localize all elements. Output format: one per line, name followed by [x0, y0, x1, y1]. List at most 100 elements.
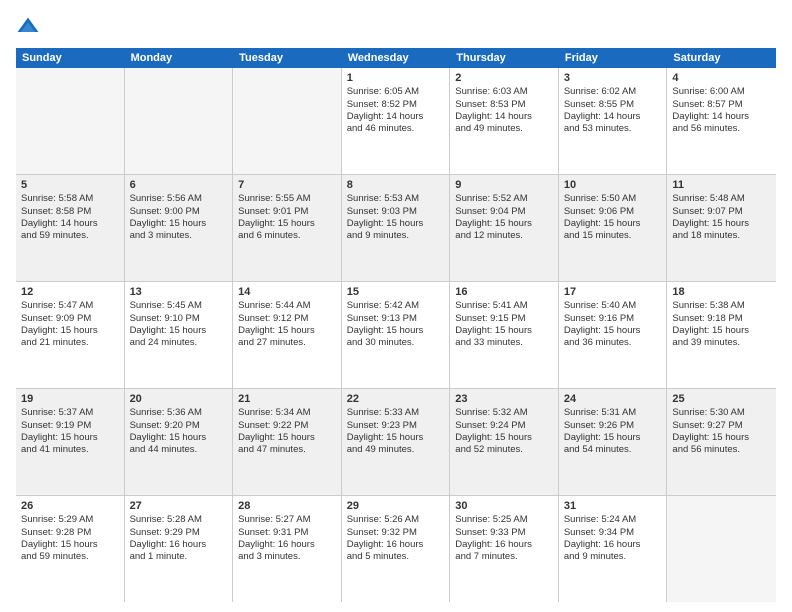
calendar-row-3: 12Sunrise: 5:47 AM Sunset: 9:09 PM Dayli… [16, 282, 776, 389]
day-cell-28: 28Sunrise: 5:27 AM Sunset: 9:31 PM Dayli… [233, 496, 342, 602]
day-info: Sunrise: 6:03 AM Sunset: 8:53 PM Dayligh… [455, 86, 532, 134]
day-number: 17 [564, 285, 662, 299]
day-number: 9 [455, 178, 553, 192]
day-info: Sunrise: 5:56 AM Sunset: 9:00 PM Dayligh… [130, 193, 207, 241]
day-info: Sunrise: 5:26 AM Sunset: 9:32 PM Dayligh… [347, 514, 424, 562]
day-number: 25 [672, 392, 771, 406]
day-cell-16: 16Sunrise: 5:41 AM Sunset: 9:15 PM Dayli… [450, 282, 559, 388]
calendar-row-2: 5Sunrise: 5:58 AM Sunset: 8:58 PM Daylig… [16, 175, 776, 282]
day-number: 12 [21, 285, 119, 299]
day-number: 8 [347, 178, 445, 192]
day-info: Sunrise: 5:42 AM Sunset: 9:13 PM Dayligh… [347, 300, 424, 348]
day-number: 22 [347, 392, 445, 406]
day-number: 6 [130, 178, 228, 192]
day-number: 7 [238, 178, 336, 192]
day-info: Sunrise: 5:50 AM Sunset: 9:06 PM Dayligh… [564, 193, 641, 241]
day-number: 16 [455, 285, 553, 299]
day-number: 27 [130, 499, 228, 513]
day-info: Sunrise: 5:34 AM Sunset: 9:22 PM Dayligh… [238, 407, 315, 455]
day-cell-18: 18Sunrise: 5:38 AM Sunset: 9:18 PM Dayli… [667, 282, 776, 388]
header [16, 16, 776, 40]
empty-cell [667, 496, 776, 602]
day-cell-27: 27Sunrise: 5:28 AM Sunset: 9:29 PM Dayli… [125, 496, 234, 602]
day-number: 24 [564, 392, 662, 406]
day-cell-22: 22Sunrise: 5:33 AM Sunset: 9:23 PM Dayli… [342, 389, 451, 495]
calendar-row-5: 26Sunrise: 5:29 AM Sunset: 9:28 PM Dayli… [16, 496, 776, 602]
day-info: Sunrise: 5:45 AM Sunset: 9:10 PM Dayligh… [130, 300, 207, 348]
day-number: 14 [238, 285, 336, 299]
day-cell-30: 30Sunrise: 5:25 AM Sunset: 9:33 PM Dayli… [450, 496, 559, 602]
day-number: 18 [672, 285, 771, 299]
page: SundayMondayTuesdayWednesdayThursdayFrid… [0, 0, 792, 612]
day-info: Sunrise: 5:47 AM Sunset: 9:09 PM Dayligh… [21, 300, 98, 348]
day-cell-7: 7Sunrise: 5:55 AM Sunset: 9:01 PM Daylig… [233, 175, 342, 281]
day-info: Sunrise: 5:52 AM Sunset: 9:04 PM Dayligh… [455, 193, 532, 241]
header-day-friday: Friday [559, 48, 668, 68]
day-cell-9: 9Sunrise: 5:52 AM Sunset: 9:04 PM Daylig… [450, 175, 559, 281]
day-info: Sunrise: 5:33 AM Sunset: 9:23 PM Dayligh… [347, 407, 424, 455]
day-info: Sunrise: 5:27 AM Sunset: 9:31 PM Dayligh… [238, 514, 315, 562]
day-cell-10: 10Sunrise: 5:50 AM Sunset: 9:06 PM Dayli… [559, 175, 668, 281]
day-info: Sunrise: 5:31 AM Sunset: 9:26 PM Dayligh… [564, 407, 641, 455]
day-cell-19: 19Sunrise: 5:37 AM Sunset: 9:19 PM Dayli… [16, 389, 125, 495]
day-cell-20: 20Sunrise: 5:36 AM Sunset: 9:20 PM Dayli… [125, 389, 234, 495]
day-info: Sunrise: 6:02 AM Sunset: 8:55 PM Dayligh… [564, 86, 641, 134]
calendar-row-4: 19Sunrise: 5:37 AM Sunset: 9:19 PM Dayli… [16, 389, 776, 496]
day-info: Sunrise: 5:55 AM Sunset: 9:01 PM Dayligh… [238, 193, 315, 241]
empty-cell [16, 68, 125, 174]
day-cell-14: 14Sunrise: 5:44 AM Sunset: 9:12 PM Dayli… [233, 282, 342, 388]
calendar-header: SundayMondayTuesdayWednesdayThursdayFrid… [16, 48, 776, 68]
day-info: Sunrise: 6:05 AM Sunset: 8:52 PM Dayligh… [347, 86, 424, 134]
day-info: Sunrise: 6:00 AM Sunset: 8:57 PM Dayligh… [672, 86, 749, 134]
day-cell-3: 3Sunrise: 6:02 AM Sunset: 8:55 PM Daylig… [559, 68, 668, 174]
day-info: Sunrise: 5:40 AM Sunset: 9:16 PM Dayligh… [564, 300, 641, 348]
header-day-monday: Monday [125, 48, 234, 68]
day-number: 30 [455, 499, 553, 513]
day-number: 21 [238, 392, 336, 406]
day-info: Sunrise: 5:48 AM Sunset: 9:07 PM Dayligh… [672, 193, 749, 241]
day-info: Sunrise: 5:41 AM Sunset: 9:15 PM Dayligh… [455, 300, 532, 348]
day-cell-12: 12Sunrise: 5:47 AM Sunset: 9:09 PM Dayli… [16, 282, 125, 388]
day-cell-1: 1Sunrise: 6:05 AM Sunset: 8:52 PM Daylig… [342, 68, 451, 174]
calendar: SundayMondayTuesdayWednesdayThursdayFrid… [16, 48, 776, 602]
day-number: 5 [21, 178, 119, 192]
day-info: Sunrise: 5:28 AM Sunset: 9:29 PM Dayligh… [130, 514, 207, 562]
day-number: 26 [21, 499, 119, 513]
header-day-tuesday: Tuesday [233, 48, 342, 68]
day-number: 11 [672, 178, 771, 192]
day-number: 15 [347, 285, 445, 299]
header-day-wednesday: Wednesday [342, 48, 451, 68]
day-number: 31 [564, 499, 662, 513]
logo [16, 16, 44, 40]
day-cell-4: 4Sunrise: 6:00 AM Sunset: 8:57 PM Daylig… [667, 68, 776, 174]
day-info: Sunrise: 5:44 AM Sunset: 9:12 PM Dayligh… [238, 300, 315, 348]
day-cell-31: 31Sunrise: 5:24 AM Sunset: 9:34 PM Dayli… [559, 496, 668, 602]
header-day-thursday: Thursday [450, 48, 559, 68]
day-cell-15: 15Sunrise: 5:42 AM Sunset: 9:13 PM Dayli… [342, 282, 451, 388]
day-number: 28 [238, 499, 336, 513]
day-cell-24: 24Sunrise: 5:31 AM Sunset: 9:26 PM Dayli… [559, 389, 668, 495]
day-number: 20 [130, 392, 228, 406]
day-cell-11: 11Sunrise: 5:48 AM Sunset: 9:07 PM Dayli… [667, 175, 776, 281]
day-cell-25: 25Sunrise: 5:30 AM Sunset: 9:27 PM Dayli… [667, 389, 776, 495]
day-info: Sunrise: 5:38 AM Sunset: 9:18 PM Dayligh… [672, 300, 749, 348]
day-info: Sunrise: 5:32 AM Sunset: 9:24 PM Dayligh… [455, 407, 532, 455]
day-number: 19 [21, 392, 119, 406]
day-cell-8: 8Sunrise: 5:53 AM Sunset: 9:03 PM Daylig… [342, 175, 451, 281]
day-cell-5: 5Sunrise: 5:58 AM Sunset: 8:58 PM Daylig… [16, 175, 125, 281]
day-number: 10 [564, 178, 662, 192]
header-day-saturday: Saturday [667, 48, 776, 68]
day-info: Sunrise: 5:30 AM Sunset: 9:27 PM Dayligh… [672, 407, 749, 455]
day-number: 13 [130, 285, 228, 299]
calendar-body: 1Sunrise: 6:05 AM Sunset: 8:52 PM Daylig… [16, 68, 776, 602]
logo-icon [16, 16, 40, 40]
day-cell-23: 23Sunrise: 5:32 AM Sunset: 9:24 PM Dayli… [450, 389, 559, 495]
day-cell-17: 17Sunrise: 5:40 AM Sunset: 9:16 PM Dayli… [559, 282, 668, 388]
day-info: Sunrise: 5:37 AM Sunset: 9:19 PM Dayligh… [21, 407, 98, 455]
day-number: 2 [455, 71, 553, 85]
day-info: Sunrise: 5:58 AM Sunset: 8:58 PM Dayligh… [21, 193, 98, 241]
day-number: 23 [455, 392, 553, 406]
day-info: Sunrise: 5:36 AM Sunset: 9:20 PM Dayligh… [130, 407, 207, 455]
day-info: Sunrise: 5:29 AM Sunset: 9:28 PM Dayligh… [21, 514, 98, 562]
day-cell-26: 26Sunrise: 5:29 AM Sunset: 9:28 PM Dayli… [16, 496, 125, 602]
